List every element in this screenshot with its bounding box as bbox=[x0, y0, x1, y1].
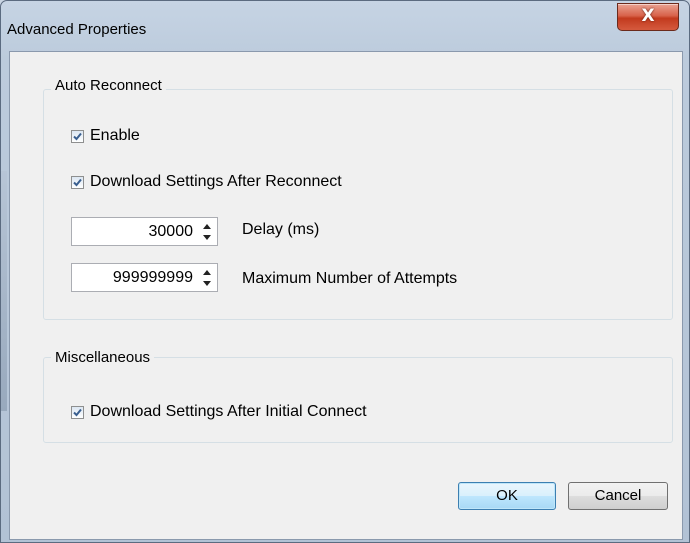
dialog-client-area: Auto Reconnect Enable Download Settings … bbox=[9, 51, 683, 540]
window-title: Advanced Properties bbox=[7, 21, 147, 38]
delay-label: Delay (ms) bbox=[242, 221, 320, 238]
auto-reconnect-group-label: Auto Reconnect bbox=[51, 77, 166, 94]
enable-label: Enable bbox=[90, 127, 140, 144]
max-attempts-label: Maximum Number of Attempts bbox=[242, 270, 458, 287]
download-after-reconnect-label: Download Settings After Reconnect bbox=[90, 173, 342, 190]
spin-down-arrow-icon[interactable] bbox=[199, 278, 215, 290]
download-after-reconnect-row[interactable]: Download Settings After Reconnect bbox=[71, 172, 342, 192]
download-after-initial-checkbox[interactable] bbox=[71, 405, 84, 419]
title-bar[interactable]: Advanced Properties X bbox=[1, 1, 689, 41]
window-border-shadow bbox=[1, 171, 7, 411]
max-attempts-spinbox[interactable]: 999999999 bbox=[71, 263, 218, 292]
download-after-initial-label: Download Settings After Initial Connect bbox=[90, 403, 367, 420]
checkmark-icon bbox=[73, 132, 82, 140]
miscellaneous-group-label: Miscellaneous bbox=[51, 349, 155, 366]
max-attempts-value[interactable]: 999999999 bbox=[113, 269, 193, 287]
close-button[interactable]: X bbox=[617, 3, 679, 31]
delay-spinbox[interactable]: 30000 bbox=[71, 217, 218, 246]
delay-value[interactable]: 30000 bbox=[149, 223, 194, 241]
checkmark-icon bbox=[73, 408, 82, 416]
enable-checkbox-row[interactable]: Enable bbox=[71, 126, 140, 146]
enable-checkbox[interactable] bbox=[71, 129, 84, 143]
checkmark-icon bbox=[73, 178, 82, 186]
spin-down-arrow-icon[interactable] bbox=[199, 232, 215, 244]
dialog-window: Advanced Properties X Auto Reconnect Ena… bbox=[0, 0, 690, 543]
spin-up-arrow-icon[interactable] bbox=[199, 220, 215, 232]
ok-button[interactable]: OK bbox=[458, 482, 556, 510]
close-icon: X bbox=[641, 6, 655, 26]
download-after-reconnect-checkbox[interactable] bbox=[71, 175, 84, 189]
spin-up-arrow-icon[interactable] bbox=[199, 266, 215, 278]
download-after-initial-row[interactable]: Download Settings After Initial Connect bbox=[71, 402, 367, 422]
cancel-button[interactable]: Cancel bbox=[568, 482, 668, 510]
miscellaneous-group bbox=[43, 357, 673, 443]
